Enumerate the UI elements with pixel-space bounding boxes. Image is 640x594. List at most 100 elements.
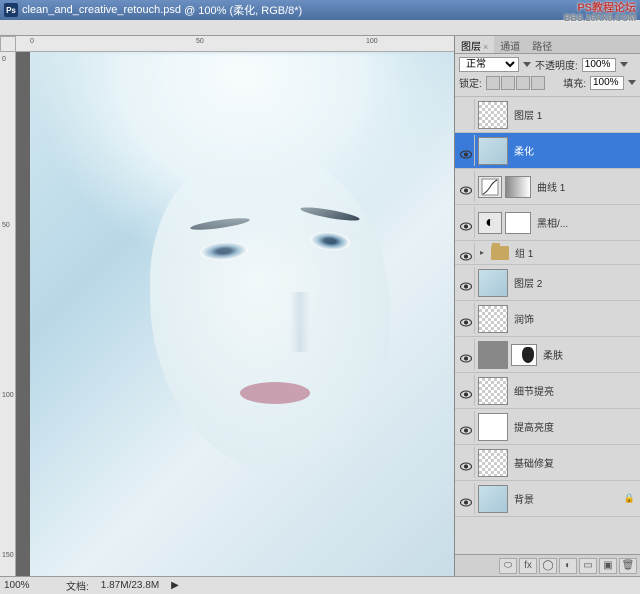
layer-thumbnail[interactable]: [478, 305, 508, 333]
layer-name[interactable]: 图层 1: [514, 107, 638, 122]
document-tab-bar: [0, 20, 640, 36]
eye-icon: [460, 182, 472, 191]
app-icon: Ps: [4, 3, 18, 17]
opacity-input[interactable]: [582, 58, 616, 72]
layer-name[interactable]: 黑相/...: [537, 215, 638, 230]
fill-input[interactable]: [590, 76, 624, 90]
visibility-toggle[interactable]: [457, 411, 475, 442]
eye-icon: [460, 350, 472, 359]
visibility-toggle[interactable]: [457, 99, 475, 130]
layer-row[interactable]: 提高亮度: [455, 409, 640, 445]
layers-panel: 图层× 通道 路径 正常 不透明度: 锁定:: [454, 36, 640, 576]
eye-icon: [460, 218, 472, 227]
layer-name[interactable]: 细节提亮: [514, 383, 638, 398]
panel-tabs: 图层× 通道 路径: [455, 36, 640, 54]
visibility-toggle[interactable]: [457, 171, 475, 202]
lock-pixels-icon[interactable]: [501, 76, 515, 90]
layer-row[interactable]: 背景🔒: [455, 481, 640, 517]
layer-thumbnail[interactable]: [478, 485, 508, 513]
visibility-toggle[interactable]: [457, 207, 475, 238]
layer-thumbnail[interactable]: [478, 377, 508, 405]
layer-row[interactable]: 柔肤: [455, 337, 640, 373]
canvas[interactable]: [16, 52, 454, 576]
lock-position-icon[interactable]: [516, 76, 530, 90]
watermark: PS教程论坛 BBS.16XX8.COM: [564, 2, 636, 24]
eye-icon: [460, 146, 472, 155]
tab-channels[interactable]: 通道: [494, 36, 526, 53]
ruler-horizontal[interactable]: 0 50 100: [16, 36, 454, 52]
docsize-label: 文档:: [66, 578, 89, 593]
layer-controls: 正常 不透明度: 锁定: 填充:: [455, 54, 640, 97]
layer-name[interactable]: 图层 2: [514, 275, 638, 290]
layer-thumbnail[interactable]: [478, 137, 508, 165]
layer-row[interactable]: 图层 2: [455, 265, 640, 301]
status-arrow-icon[interactable]: ▶: [171, 580, 179, 591]
layer-mask-thumbnail[interactable]: [511, 344, 537, 366]
layer-row[interactable]: 细节提亮: [455, 373, 640, 409]
adjustment-button[interactable]: ◐: [559, 558, 577, 574]
visibility-toggle[interactable]: [457, 375, 475, 406]
eye-icon: [460, 314, 472, 323]
tab-paths[interactable]: 路径: [526, 36, 558, 53]
layer-mask-thumbnail[interactable]: [505, 212, 531, 234]
layer-name[interactable]: 基础修复: [514, 455, 638, 470]
layers-list[interactable]: 图层 1 柔化曲线 1 ◐ 黑相/... ▸ 组 1 图层 2 润饰柔肤细节提亮提高亮度基础修…: [455, 97, 640, 554]
layer-mask-thumbnail[interactable]: [505, 176, 531, 198]
new-layer-button[interactable]: ▣: [599, 558, 617, 574]
layer-thumbnail[interactable]: [478, 341, 508, 369]
layer-thumbnail[interactable]: [478, 413, 508, 441]
visibility-toggle[interactable]: [457, 339, 475, 370]
ruler-origin[interactable]: [0, 36, 16, 52]
visibility-toggle[interactable]: [457, 447, 475, 478]
visibility-toggle[interactable]: [457, 243, 475, 262]
layer-name[interactable]: 组 1: [515, 245, 638, 260]
visibility-toggle[interactable]: [457, 303, 475, 334]
eye-icon: [460, 494, 472, 503]
layer-row[interactable]: 图层 1: [455, 97, 640, 133]
layer-name[interactable]: 背景: [514, 491, 621, 506]
layer-row[interactable]: 润饰: [455, 301, 640, 337]
layer-row[interactable]: 曲线 1: [455, 169, 640, 205]
layer-thumbnail[interactable]: [478, 101, 508, 129]
layer-thumbnail[interactable]: [478, 269, 508, 297]
fill-slider-icon[interactable]: [628, 80, 636, 85]
fx-button[interactable]: fx: [519, 558, 537, 574]
workspace: 0 50 100 0 50 100 150: [0, 36, 640, 576]
layer-name[interactable]: 润饰: [514, 311, 638, 326]
image-document[interactable]: [30, 52, 454, 576]
layer-row[interactable]: 柔化: [455, 133, 640, 169]
tab-layers[interactable]: 图层×: [455, 36, 494, 53]
eye-icon: [460, 386, 472, 395]
blend-slider-icon[interactable]: [523, 62, 531, 67]
fill-label: 填充:: [563, 75, 586, 90]
visibility-toggle[interactable]: [457, 267, 475, 298]
visibility-toggle[interactable]: [457, 483, 475, 514]
link-layers-button[interactable]: ⬭: [499, 558, 517, 574]
delete-button[interactable]: 🗑: [619, 558, 637, 574]
layer-name[interactable]: 柔化: [514, 143, 638, 158]
status-bar: 100% 文档: 1.87M/23.8M ▶: [0, 576, 640, 594]
layer-row[interactable]: ◐ 黑相/...: [455, 205, 640, 241]
adjustment-layer-icon: [478, 176, 502, 198]
document-title: clean_and_creative_retouch.psd: [22, 4, 181, 16]
adjustment-layer-icon: ◐: [478, 212, 502, 234]
layer-name[interactable]: 曲线 1: [537, 179, 638, 194]
group-button[interactable]: ▭: [579, 558, 597, 574]
opacity-slider-icon[interactable]: [620, 62, 628, 67]
blend-mode-select[interactable]: 正常: [459, 57, 519, 72]
zoom-field[interactable]: 100%: [4, 580, 54, 591]
visibility-toggle[interactable]: [457, 135, 475, 166]
layer-thumbnail[interactable]: [478, 449, 508, 477]
ruler-vertical[interactable]: 0 50 100 150: [0, 52, 16, 576]
layer-row[interactable]: 基础修复: [455, 445, 640, 481]
eye-icon: [460, 248, 472, 257]
lock-all-icon[interactable]: [531, 76, 545, 90]
layer-row[interactable]: ▸ 组 1: [455, 241, 640, 265]
lock-transparency-icon[interactable]: [486, 76, 500, 90]
layer-name[interactable]: 提高亮度: [514, 419, 638, 434]
expand-arrow-icon[interactable]: ▸: [478, 248, 486, 257]
opacity-label: 不透明度:: [535, 57, 578, 72]
mask-button[interactable]: ◯: [539, 558, 557, 574]
layer-name[interactable]: 柔肤: [543, 347, 638, 362]
lock-label: 锁定:: [459, 75, 482, 90]
